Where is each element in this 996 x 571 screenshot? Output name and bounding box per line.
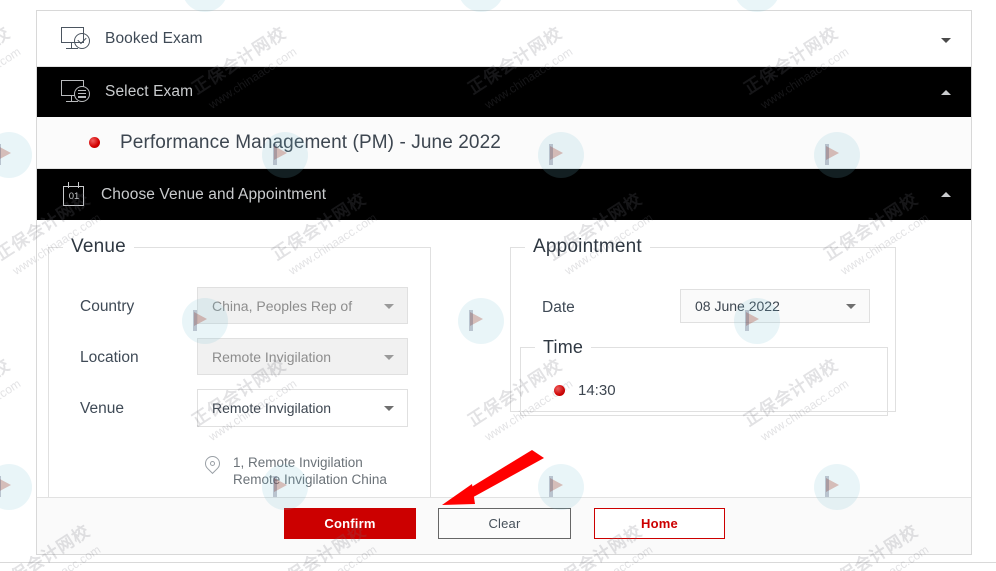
chevron-up-icon[interactable] [941,90,951,95]
location-select-value: Remote Invigilation [212,348,332,365]
venue-label: Venue [80,400,124,417]
venue-select-value: Remote Invigilation [212,400,332,416]
clear-button[interactable]: Clear [438,508,571,539]
confirm-button[interactable]: Confirm [284,508,416,539]
venue-field-label-row: Venue [80,400,124,418]
accordion-label-choose-venue: Choose Venue and Appointment [101,185,327,203]
chevron-down-icon [384,406,394,411]
monitor-list-icon [61,79,91,105]
map-pin-icon [201,452,224,477]
accordion-header-select-exam[interactable]: Select Exam [37,67,971,117]
chevron-up-icon[interactable] [941,192,951,197]
monitor-check-icon [61,26,91,52]
location-select[interactable]: Remote Invigilation [197,338,408,375]
chevron-down-icon [846,304,856,309]
appointment-group-legend: Appointment [533,236,642,257]
venue-address-line1: 1, Remote Invigilation [233,455,363,470]
chevron-down-icon [384,303,394,309]
date-label: Date [542,299,575,316]
country-select[interactable]: China, Peoples Rep of [197,287,408,324]
calendar-icon-number: 01 [68,190,80,202]
time-option-label: 14:30 [578,382,616,399]
venue-address-line2: Remote Invigilation China [233,472,387,487]
time-option-row[interactable]: 14:30 [554,382,616,399]
action-bar: Confirm Clear Home [37,497,971,554]
exam-radio-selected[interactable] [89,137,100,148]
calendar-icon: 01 [61,181,87,208]
location-label: Location [80,349,139,366]
page-bottom-rule [0,562,996,563]
time-group: Time 14:30 [520,337,888,416]
venue-select[interactable]: Remote Invigilation [197,389,408,427]
home-button[interactable]: Home [594,508,725,539]
appointment-group: Appointment Date 08 June 2022 Time 14:30 [510,236,896,416]
time-radio-selected[interactable] [554,385,565,396]
confirm-button-label: Confirm [324,516,376,531]
country-field-label-row: Country [80,298,134,316]
home-button-label: Home [641,516,678,531]
exam-option-label: Performance Management (PM) - June 2022 [120,131,501,153]
venue-group-legend: Venue [71,236,126,257]
date-select-value: 08 June 2022 [695,298,780,314]
accordion-label-select-exam: Select Exam [105,83,194,100]
accordion-header-choose-venue[interactable]: 01 Choose Venue and Appointment [37,169,971,220]
venue-group: Venue Country China, Peoples Rep of Loca… [48,236,431,502]
venue-appointment-panel: Venue Country China, Peoples Rep of Loca… [37,220,971,502]
clear-button-label: Clear [488,516,521,531]
chevron-down-icon [384,354,394,360]
country-label: Country [80,298,135,315]
accordion-label-booked-exam: Booked Exam [105,29,203,47]
date-select[interactable]: 08 June 2022 [680,289,870,323]
venue-address: 1, Remote Invigilation Remote Invigilati… [201,452,419,488]
location-field-label-row: Location [80,349,139,367]
chevron-down-icon[interactable] [941,38,951,43]
time-group-legend: Time [543,337,584,357]
exam-option-row[interactable]: Performance Management (PM) - June 2022 [37,117,971,169]
accordion-header-booked-exam[interactable]: Booked Exam [37,11,971,67]
date-field-label-row: Date [542,299,575,317]
country-select-value: China, Peoples Rep of [212,297,353,314]
